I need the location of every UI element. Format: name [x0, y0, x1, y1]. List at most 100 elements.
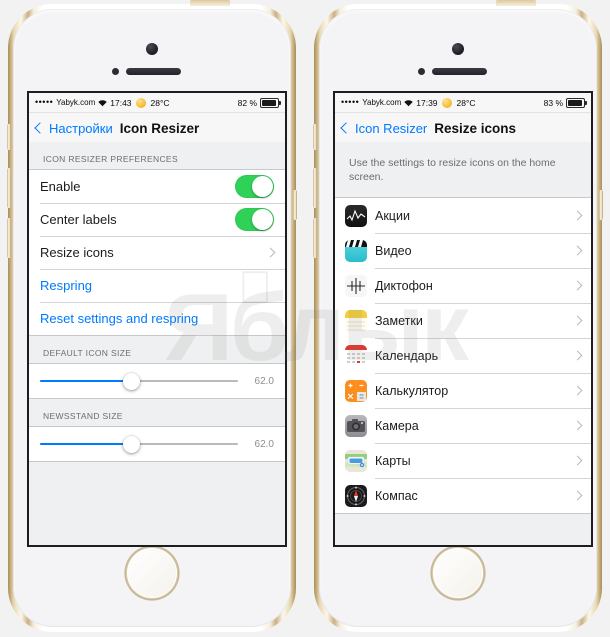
chevron-right-icon	[572, 280, 583, 291]
status-bar-right: 82 %	[238, 97, 281, 108]
wifi-icon	[404, 99, 413, 109]
volume-up-button[interactable]	[313, 168, 317, 208]
calendar-icon	[345, 344, 367, 367]
power-button[interactable]	[496, 0, 536, 6]
navigation-bar: Настройки Icon Resizer	[29, 113, 285, 144]
center-labels-toggle[interactable]	[235, 208, 274, 231]
app-row-calendar[interactable]: Календарь	[335, 338, 591, 374]
earpiece-speaker	[432, 68, 487, 75]
iphone-device-right: ••••• Yabyk.com 17:39 28°C 83 % Icon Res…	[313, 0, 603, 632]
app-row-calculator[interactable]: Калькулятор	[335, 373, 591, 409]
voice-memos-icon	[345, 274, 367, 297]
newsstand-size-value: 62.0	[254, 438, 274, 450]
row-respring-label: Respring	[40, 278, 93, 293]
signal-dots-icon: •••••	[35, 97, 54, 107]
chevron-right-icon	[572, 455, 583, 466]
slider-thumb[interactable]	[123, 372, 141, 390]
stocks-icon	[345, 204, 367, 227]
chevron-left-icon	[34, 122, 46, 134]
volume-down-button[interactable]	[7, 218, 11, 258]
default-icon-size-row[interactable]: 62.0	[29, 364, 285, 398]
app-name: Компас	[375, 488, 418, 503]
default-icon-size-value: 62.0	[254, 375, 274, 387]
page-title: Icon Resizer	[119, 120, 200, 136]
front-camera-icon	[146, 43, 158, 55]
app-name: Калькулятор	[375, 383, 449, 398]
row-reset-settings[interactable]: Reset settings and respring	[29, 302, 285, 335]
chevron-right-icon	[572, 420, 583, 431]
app-row-compass[interactable]: Компас	[335, 478, 591, 514]
newsstand-size-group: 62.0	[29, 426, 285, 462]
app-name: Акции	[375, 208, 410, 223]
app-row-videos[interactable]: Видео	[335, 233, 591, 269]
videos-icon	[345, 239, 367, 262]
temperature-label: 28°C	[456, 97, 476, 108]
chevron-right-icon	[572, 385, 583, 396]
slider-thumb[interactable]	[123, 435, 141, 453]
sim-tray	[599, 190, 603, 220]
newsstand-size-slider[interactable]	[40, 434, 238, 454]
screen-left: ••••• Yabyk.com 17:43 28°C 82 % Настройк…	[29, 93, 285, 545]
battery-percent-label: 83 %	[543, 97, 563, 108]
back-button[interactable]: Icon Resizer	[340, 120, 428, 136]
newsstand-size-row[interactable]: 62.0	[29, 427, 285, 461]
proximity-sensor-icon	[112, 68, 119, 75]
app-name: Заметки	[375, 313, 423, 328]
navigation-bar: Icon Resizer Resize icons	[335, 113, 591, 144]
apps-group: Акции Видео Диктофон Заметки Календарь К…	[335, 197, 591, 515]
clock-label: 17:43	[110, 97, 132, 108]
slider-fill	[40, 443, 132, 445]
enable-toggle[interactable]	[235, 175, 274, 198]
preferences-group: Enable Center labels Resize icons Respri…	[29, 169, 285, 336]
slider-fill	[40, 380, 132, 382]
front-camera-icon	[452, 43, 464, 55]
power-button[interactable]	[190, 0, 230, 6]
row-reset-settings-label: Reset settings and respring	[40, 311, 199, 326]
back-button[interactable]: Настройки	[34, 121, 113, 136]
proximity-sensor-icon	[418, 68, 425, 75]
chevron-right-icon	[572, 210, 583, 221]
row-center-labels[interactable]: Center labels	[29, 203, 285, 236]
volume-up-button[interactable]	[7, 168, 11, 208]
chevron-right-icon	[572, 350, 583, 361]
row-resize-icons-label: Resize icons	[40, 245, 114, 260]
sim-tray	[293, 190, 297, 220]
row-respring[interactable]: Respring	[29, 269, 285, 302]
app-row-voice-memos[interactable]: Диктофон	[335, 268, 591, 304]
app-list[interactable]: Use the settings to resize icons on the …	[335, 142, 591, 545]
screen-right: ••••• Yabyk.com 17:39 28°C 83 % Icon Res…	[335, 93, 591, 545]
chevron-right-icon	[265, 247, 276, 258]
status-bar: ••••• Yabyk.com 17:39 28°C 83 %	[335, 93, 591, 113]
maps-icon	[345, 449, 367, 472]
section-header-default-icon-size: DEFAULT ICON SIZE	[43, 348, 132, 358]
wifi-icon	[98, 99, 107, 109]
row-enable[interactable]: Enable	[29, 170, 285, 203]
temperature-label: 28°C	[150, 97, 170, 108]
phone-front-panel: ••••• Yabyk.com 17:39 28°C 83 % Icon Res…	[319, 9, 597, 627]
app-row-maps[interactable]: Карты	[335, 443, 591, 479]
home-button[interactable]	[127, 548, 177, 598]
app-row-stocks[interactable]: Акции	[335, 198, 591, 234]
app-name: Календарь	[375, 348, 439, 363]
volume-down-button[interactable]	[313, 218, 317, 258]
settings-list[interactable]: ICON RESIZER PREFERENCES Enable Center l…	[29, 142, 285, 545]
phone-front-panel: ••••• Yabyk.com 17:43 28°C 82 % Настройк…	[13, 9, 291, 627]
signal-dots-icon: •••••	[341, 97, 360, 107]
default-icon-size-slider[interactable]	[40, 371, 238, 391]
slider-track	[40, 380, 238, 382]
carrier-label: Yabyk.com	[56, 98, 96, 107]
app-row-notes[interactable]: Заметки	[335, 303, 591, 339]
notes-icon	[345, 309, 367, 332]
home-button[interactable]	[433, 548, 483, 598]
silent-switch[interactable]	[313, 124, 317, 150]
chevron-right-icon	[572, 490, 583, 501]
silent-switch[interactable]	[7, 124, 11, 150]
iphone-device-left: ••••• Yabyk.com 17:43 28°C 82 % Настройк…	[7, 0, 297, 632]
clock-label: 17:39	[416, 97, 438, 108]
row-resize-icons[interactable]: Resize icons	[29, 236, 285, 269]
app-name: Видео	[375, 243, 412, 258]
status-bar-right: 83 %	[543, 97, 587, 108]
back-button-label: Icon Resizer	[355, 120, 428, 136]
calculator-icon	[345, 379, 367, 402]
app-row-camera[interactable]: Камера	[335, 408, 591, 444]
